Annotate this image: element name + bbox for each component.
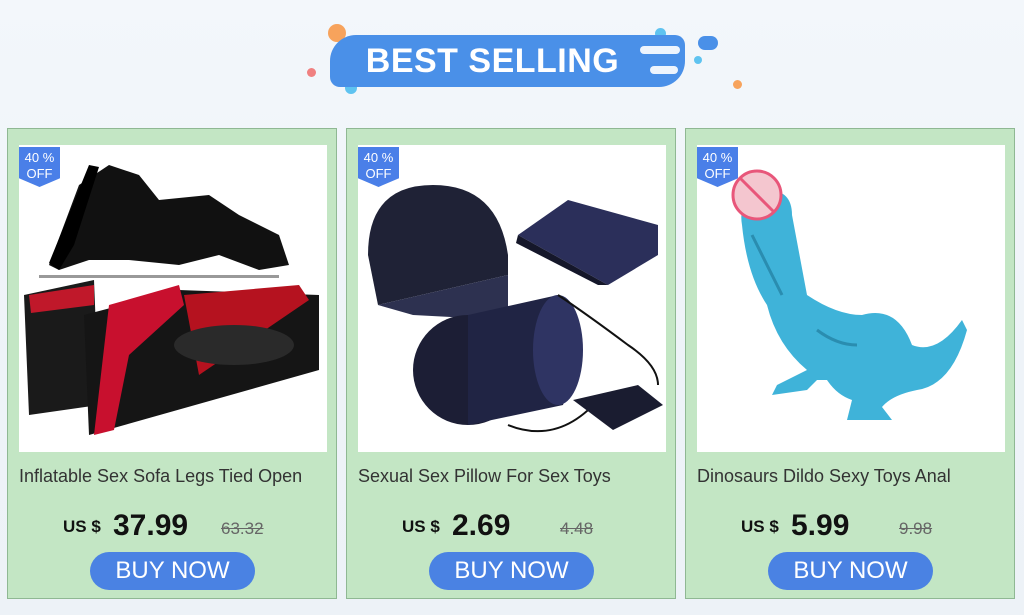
decor-swirl	[640, 46, 680, 54]
product-image[interactable]: 40 % OFF	[697, 145, 1005, 452]
product-image[interactable]: 40 % OFF	[358, 145, 666, 452]
badge-off: OFF	[26, 166, 53, 181]
currency-label: US $	[741, 517, 779, 536]
badge-percent: 40 %	[363, 150, 394, 165]
product-title[interactable]: Inflatable Sex Sofa Legs Tied Open	[19, 466, 302, 487]
decor-dot	[698, 36, 718, 50]
buy-now-button[interactable]: BUY NOW	[90, 552, 255, 590]
original-price: 63.32	[221, 519, 264, 538]
sofa-image	[24, 165, 319, 435]
page-title: BEST SELLING	[365, 41, 620, 80]
sale-price: 5.99	[791, 509, 850, 542]
badge-off: OFF	[365, 166, 392, 181]
product-title[interactable]: Sexual Sex Pillow For Sex Toys	[358, 466, 611, 487]
price-row: US $ 2.69 4.48	[347, 509, 677, 549]
decor-dot	[307, 68, 316, 77]
sale-price: 2.69	[452, 509, 511, 542]
price-row: US $ 37.99 63.32	[8, 509, 338, 549]
badge-percent: 40 %	[24, 150, 55, 165]
original-price: 4.48	[560, 519, 594, 538]
decor-dot	[694, 56, 702, 64]
badge-percent: 40 %	[702, 150, 733, 165]
product-card[interactable]: 40 % OFF Inflatable Sex Sofa Legs Tied O…	[7, 128, 337, 599]
badge-off: OFF	[704, 166, 731, 181]
banner-pill: BEST SELLING	[330, 35, 685, 87]
best-selling-banner: BEST SELLING	[0, 0, 1024, 120]
pillow-image	[368, 185, 663, 433]
product-card[interactable]: 40 % OFF Dinosaurs Dildo Sexy Toys Anal …	[685, 128, 1015, 599]
product-image[interactable]: 40 % OFF	[19, 145, 327, 452]
original-price: 9.98	[899, 519, 933, 538]
currency-label: US $	[63, 517, 101, 536]
sale-price: 37.99	[113, 509, 189, 542]
decor-swirl	[650, 66, 678, 74]
product-title[interactable]: Dinosaurs Dildo Sexy Toys Anal	[697, 466, 951, 487]
dinosaur-image	[731, 169, 967, 420]
decor-dot	[733, 80, 742, 89]
currency-label: US $	[402, 517, 440, 536]
buy-now-button[interactable]: BUY NOW	[429, 552, 594, 590]
price-row: US $ 5.99 9.98	[686, 509, 1016, 549]
product-card[interactable]: 40 % OFF Sexual Sex Pillow For Sex Toys …	[346, 128, 676, 599]
buy-now-button[interactable]: BUY NOW	[768, 552, 933, 590]
